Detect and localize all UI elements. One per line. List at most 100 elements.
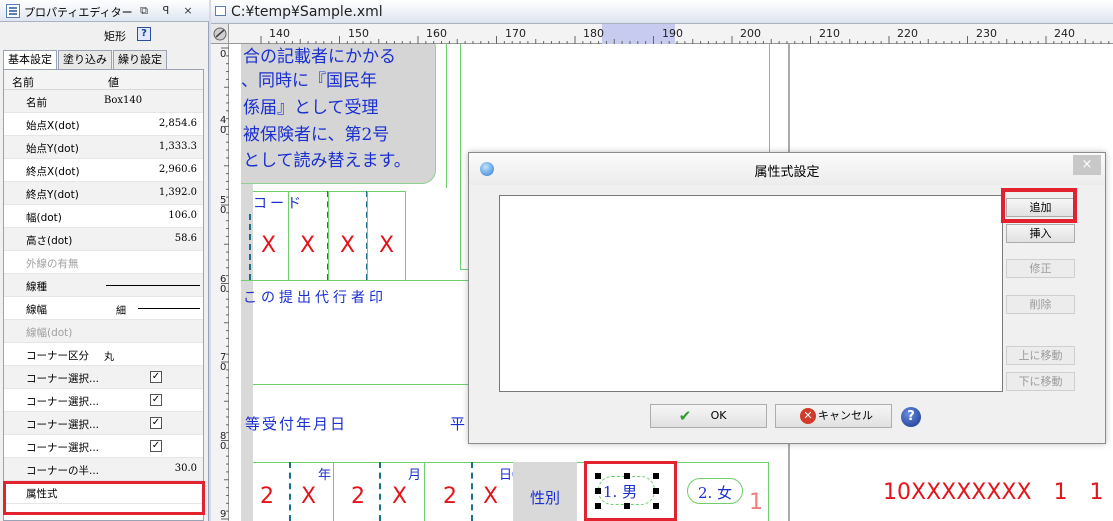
property-value[interactable]: 2,854.6 (159, 118, 197, 129)
property-row-corner-radius[interactable]: コーナーの半... 30.0 (4, 458, 203, 481)
ruler-corner[interactable] (211, 24, 229, 44)
form-line (253, 384, 481, 385)
line-width-sample (138, 308, 200, 309)
resize-handle[interactable] (624, 473, 630, 479)
corner-checkbox[interactable]: ✓ (150, 440, 162, 452)
property-name: コーナーの半... (26, 465, 100, 477)
line-type-sample[interactable] (106, 285, 200, 286)
note-line: として読み替えます。 (243, 151, 411, 171)
property-value[interactable]: 30.0 (175, 463, 197, 474)
move-down-button[interactable]: 下に移動 (1006, 372, 1075, 391)
float-window-icon[interactable]: ⧉ (136, 3, 152, 19)
attribute-expression-highlight (3, 481, 205, 515)
property-row-corner-select-1[interactable]: コーナー選択... ✓ (4, 366, 203, 389)
resize-handle[interactable] (653, 473, 659, 479)
property-row-corner-select-2[interactable]: コーナー選択... ✓ (4, 389, 203, 412)
resize-handle[interactable] (653, 488, 659, 494)
dashed-divider (289, 462, 291, 521)
property-value[interactable]: 細 (116, 302, 126, 317)
property-list-icon (6, 4, 20, 18)
property-row-corner-select-3[interactable]: コーナー選択... ✓ (4, 412, 203, 435)
shape-type-row: 矩形 ? (0, 24, 209, 46)
resize-handle[interactable] (653, 503, 659, 509)
horizontal-ruler[interactable]: 140 150 160 170 180 190 200 210 220 230 … (229, 24, 1113, 44)
form-line (328, 191, 329, 280)
pin-icon[interactable]: ꟼ (158, 3, 174, 19)
form-line (241, 280, 481, 281)
document-title: C:¥temp¥Sample.xml (231, 4, 383, 20)
date-digit: X (301, 484, 317, 509)
corner-checkbox[interactable]: ✓ (150, 394, 162, 406)
property-editor-title: プロパティエディター (24, 6, 133, 19)
header-name: 名前 (12, 76, 34, 89)
form-line (768, 462, 769, 521)
dialog-titlebar: 属性式設定 × (469, 153, 1105, 185)
help-icon[interactable]: ? (137, 27, 151, 41)
property-row-end-x[interactable]: 終点X(dot) 2,960.6 (4, 159, 203, 182)
corner-checkbox[interactable]: ✓ (150, 417, 162, 429)
property-row-width[interactable]: 幅(dot) 106.0 (4, 205, 203, 228)
property-name: コーナー区分 (26, 350, 89, 362)
property-row-outline[interactable]: 外線の有無 (4, 251, 203, 274)
property-row-start-y[interactable]: 始点Y(dot) 1,333.3 (4, 136, 203, 159)
header-value: 値 (108, 76, 119, 89)
property-row-end-y[interactable]: 終点Y(dot) 1,392.0 (4, 182, 203, 205)
move-up-button[interactable]: 上に移動 (1006, 346, 1075, 365)
dashed-divider (379, 462, 381, 521)
delete-button[interactable]: 削除 (1006, 295, 1075, 314)
ok-button[interactable]: ✔ OK (650, 404, 767, 428)
date-digit: 2 (351, 484, 365, 509)
resize-handle[interactable] (595, 488, 601, 494)
property-row-start-x[interactable]: 始点X(dot) 2,854.6 (4, 113, 203, 136)
property-name: コーナー選択... (26, 396, 100, 408)
form-line (446, 44, 447, 188)
property-value[interactable]: 106.0 (168, 210, 197, 221)
ok-label: OK (710, 409, 727, 422)
property-value[interactable]: 2,960.6 (159, 164, 197, 175)
property-value[interactable]: 丸 (104, 348, 114, 363)
property-value[interactable]: 1,392.0 (159, 187, 197, 198)
shape-type-label: 矩形 (104, 30, 126, 43)
note-line: 、同時に『国民年 (241, 71, 377, 91)
edit-button[interactable]: 修正 (1006, 259, 1075, 278)
property-name: 線種 (26, 281, 47, 293)
expression-list[interactable] (499, 195, 1003, 392)
property-row-line-type[interactable]: 線種 (4, 274, 203, 297)
form-line (333, 462, 334, 521)
property-row-line-width[interactable]: 線幅 細 (4, 297, 203, 320)
property-row-name[interactable]: 名前 Box140 (4, 90, 203, 113)
resize-handle[interactable] (595, 473, 601, 479)
document-icon (215, 6, 226, 16)
red-x-mark: X (379, 233, 395, 258)
tab-fill[interactable]: 塗り込み (58, 50, 112, 69)
tab-repeat-settings[interactable]: 繰り設定 (113, 50, 167, 69)
resize-handle[interactable] (595, 503, 601, 509)
cancel-button[interactable]: ✕ キャンセル (775, 404, 892, 428)
close-icon[interactable]: × (1073, 155, 1101, 175)
property-row-corner-select-4[interactable]: コーナー選択... ✓ (4, 435, 203, 458)
form-line (288, 191, 289, 280)
corner-checkbox[interactable]: ✓ (150, 371, 162, 383)
close-panel-icon[interactable]: × (180, 3, 196, 19)
resize-handle[interactable] (624, 503, 630, 509)
number-text: 10XXXXXXXX 1 1 (883, 480, 1104, 505)
property-row-line-width-dot[interactable]: 線幅(dot) (4, 320, 203, 343)
tab-basic-settings[interactable]: 基本設定 (3, 50, 57, 70)
vertical-ruler[interactable]: 0 4 0 5 0 6 0 7 0 8 0 9 (211, 44, 229, 521)
property-rows: 名前 Box140 始点X(dot) 2,854.6 始点Y(dot) 1,33… (4, 90, 203, 504)
property-value[interactable]: Box140 (104, 95, 142, 106)
property-grid-header: 名前 値 (4, 70, 203, 90)
date-digit: 2 (443, 484, 457, 509)
dialog-title: 属性式設定 (754, 165, 820, 180)
insert-button[interactable]: 挿入 (1006, 224, 1075, 243)
red-x-mark: X (340, 233, 356, 258)
property-name: 終点Y(dot) (26, 189, 79, 201)
year-label: 年 (318, 468, 332, 483)
property-value[interactable]: 1,333.3 (159, 141, 197, 152)
note-line: 係届』として受理 (243, 98, 379, 118)
property-row-corner-type[interactable]: コーナー区分 丸 (4, 343, 203, 366)
property-row-height[interactable]: 高さ(dot) 58.6 (4, 228, 203, 251)
property-name: 名前 (26, 97, 47, 109)
property-value[interactable]: 58.6 (175, 233, 197, 244)
help-icon[interactable]: ? (901, 407, 921, 427)
